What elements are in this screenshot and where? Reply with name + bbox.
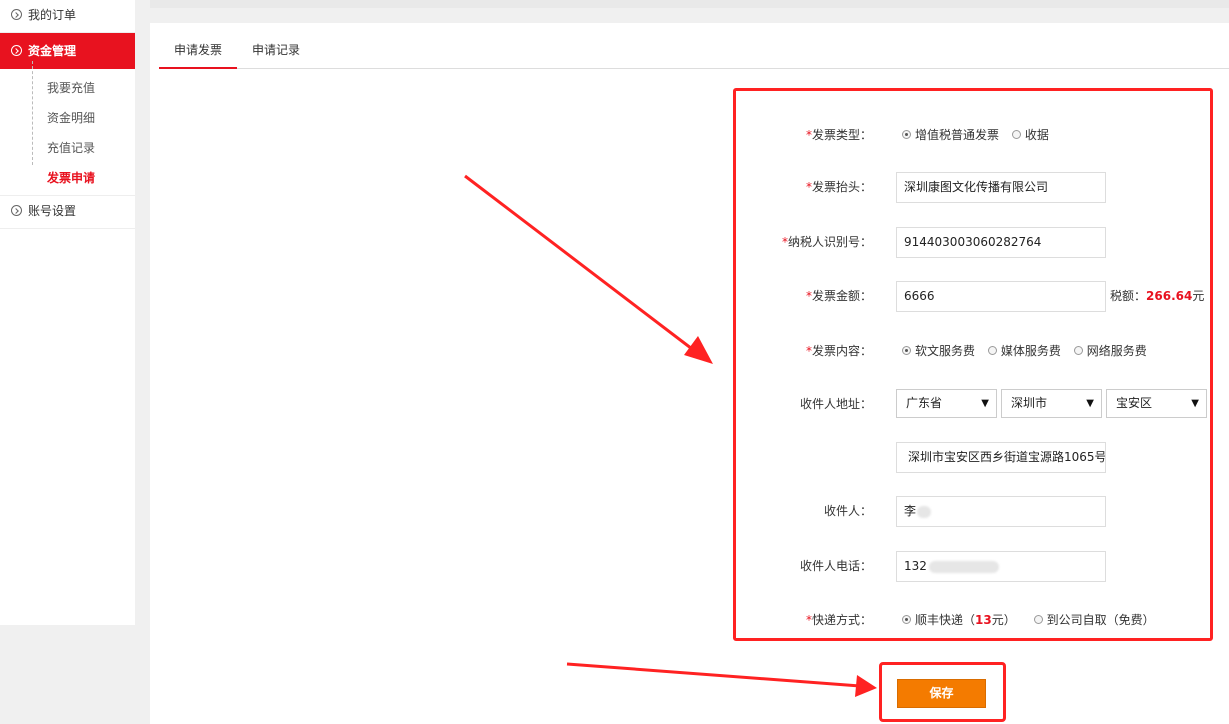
sidebar-subitem-invoice-apply[interactable]: 发票申请 [0,163,135,193]
sidebar-item-label: 账号设置 [28,204,77,218]
sidebar-item-label: 资金管理 [28,44,77,58]
tab-apply-records[interactable]: 申请记录 [237,37,315,69]
sidebar-item-funds[interactable]: 资金管理 [0,33,135,69]
sidebar-item-label: 我的订单 [28,8,77,22]
save-button[interactable]: 保存 [897,679,986,708]
sidebar-submenu: 我要充值 资金明细 充值记录 发票申请 [0,61,135,196]
sidebar: 我的订单 资金管理 我要充值 资金明细 充值记录 发票申请 账号设置 [0,0,135,625]
sidebar-subitem-recharge[interactable]: 我要充值 [0,73,135,103]
sidebar-subitem-recharge-records[interactable]: 充值记录 [0,133,135,163]
sidebar-item-account[interactable]: 账号设置 [0,196,135,229]
tab-bar: 申请发票 申请记录 [159,37,1229,69]
chevron-circle-icon [11,205,22,216]
chevron-circle-icon [11,45,22,56]
chevron-circle-icon [11,9,22,20]
sidebar-item-orders[interactable]: 我的订单 [0,0,135,33]
sidebar-subitem-fund-details[interactable]: 资金明细 [0,103,135,133]
tab-apply-invoice[interactable]: 申请发票 [159,37,237,69]
top-strip [150,0,1229,8]
annotation-highlight-form [733,88,1213,641]
